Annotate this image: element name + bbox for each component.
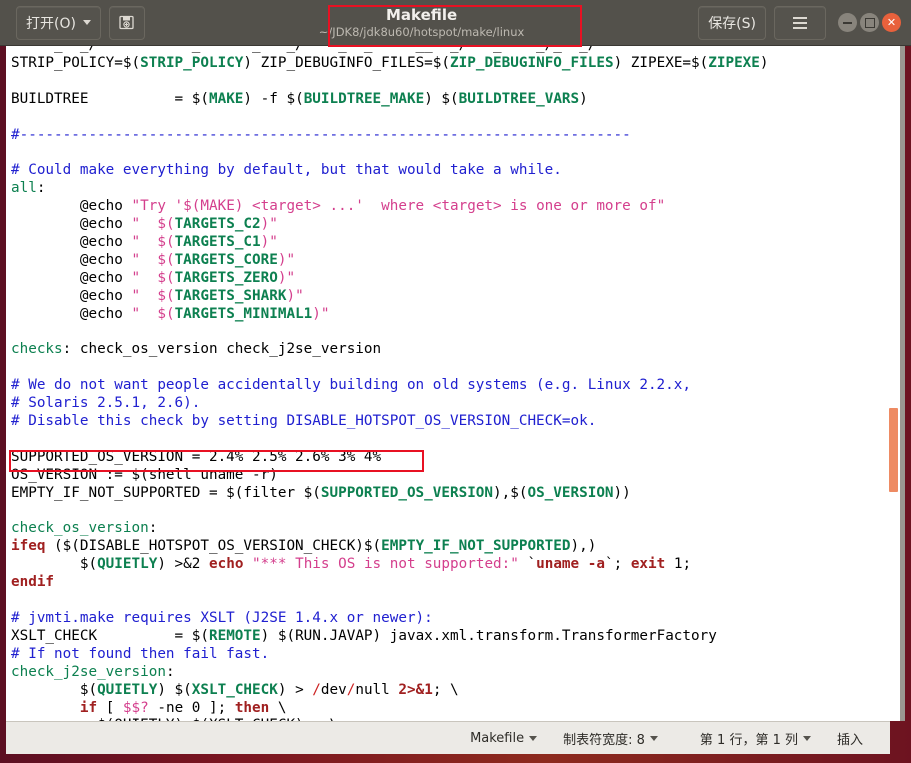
code-line: endif — [11, 574, 55, 591]
code-line: check_j2se_version: — [11, 663, 175, 680]
desktop-background: 打开(O) Makefile ~/JDK8/jdk8u60/hotspot/ma… — [0, 0, 911, 763]
insert-mode-label: 插入 — [836, 732, 863, 748]
code-line: $(QUIETLY) >&2 echo "*** This OS is not … — [11, 556, 692, 573]
code-line: # jvmti.make requires XSLT (J2SE 1.4.x o… — [11, 610, 433, 626]
code-line: @echo "Try '$(MAKE) <target> ...' where … — [11, 198, 666, 215]
maximize-icon — [865, 18, 875, 28]
code-line: ifeq ($(DISABLE_HOTSPOT_OS_VERSION_CHECK… — [11, 538, 597, 555]
hamburger-menu-icon-bar3 — [793, 26, 807, 29]
code-line: _ _/ _ _ _/ _ _ __ _/ _ _/_ _/ — [11, 46, 890, 55]
save-as-icon — [119, 15, 135, 30]
close-icon: ✕ — [886, 16, 897, 29]
code-line: OS_VERSION := $(shell uname -r) — [11, 466, 278, 483]
window-titlebar: 打开(O) Makefile ~/JDK8/jdk8u60/hotspot/ma… — [0, 0, 911, 46]
cursor-position-selector[interactable]: 第 1 行，第 1 列 — [687, 729, 824, 748]
chevron-down-icon — [802, 735, 811, 741]
code-line: if [ $$? -ne 0 ]; then \ — [79, 699, 287, 716]
code-line: # Could make everything by default, but … — [11, 162, 562, 179]
chevron-down-icon — [529, 735, 538, 741]
vertical-scrollbar[interactable] — [888, 46, 900, 721]
hamburger-menu-icon-bar2 — [793, 21, 807, 24]
code-line: @echo " $(TARGETS_ZERO)" — [11, 269, 296, 286]
code-line: # We do not want people accidentally bui… — [11, 377, 691, 394]
code-line: $(QUIETLY) $(XSLT_CHECK) > /dev/null 2>&… — [11, 681, 459, 698]
page-title: Makefile — [385, 6, 458, 24]
status-bar: Makefile 制表符宽度: 8 第 1 行，第 1 列 插入 — [6, 721, 890, 754]
file-path-subtitle: ~/JDK8/jdk8u60/hotspot/make/linux — [318, 25, 525, 39]
code-line: STRIP_POLICY=$(STRIP_POLICY) ZIP_DEBUGIN… — [11, 54, 769, 71]
minimize-button[interactable] — [838, 13, 857, 32]
code-line: checks: check_os_version check_j2se_vers… — [11, 341, 382, 358]
close-button[interactable]: ✕ — [882, 13, 901, 32]
code-line: check_os_version: — [11, 520, 158, 537]
open-file-button[interactable]: 打开(O) — [16, 5, 101, 40]
code-line: # Solaris 2.5.1, 2.6). — [11, 395, 201, 412]
source-code-content[interactable]: _ _/ _ _ _/ _ _ __ _/ _ _/_ _/STRIP_POLI… — [6, 46, 890, 721]
editor-right-edge — [900, 46, 905, 721]
chevron-down-icon — [649, 735, 658, 741]
maximize-button[interactable] — [860, 13, 879, 32]
save-button-label: 保存(S) — [708, 15, 756, 32]
cursor-position-label: 第 1 行，第 1 列 — [699, 732, 798, 748]
menu-button[interactable] — [774, 5, 826, 40]
code-line: BUILDTREE = $(MAKE) -f $(BUILDTREE_MAKE)… — [11, 90, 588, 107]
tab-width-label: 制表符宽度: 8 — [563, 732, 645, 748]
scrollbar-thumb[interactable] — [889, 408, 898, 492]
code-line: XSLT_CHECK = $(REMOTE) $(RUN.JAVAP) java… — [11, 627, 717, 644]
code-line: @echo " $(TARGETS_C2)" — [11, 216, 278, 233]
code-line: @echo " $(TARGETS_CORE)" — [11, 251, 296, 268]
code-line: SUPPORTED_OS_VERSION = 2.4% 2.5% 2.6% 3%… — [11, 448, 382, 465]
code-line: all: — [11, 180, 46, 197]
hamburger-menu-icon — [793, 16, 807, 19]
code-line: # If not found then fail fast. — [11, 645, 270, 662]
titlebar-right-controls: 保存(S) ✕ — [698, 5, 905, 40]
window-title-block: Makefile ~/JDK8/jdk8u60/hotspot/make/lin… — [145, 0, 698, 46]
language-mode-selector[interactable]: Makefile — [457, 731, 550, 746]
code-line: #---------------------------------------… — [11, 126, 631, 143]
insert-mode-indicator[interactable]: 插入 — [824, 729, 876, 748]
minimize-icon — [843, 22, 852, 24]
code-line: @echo " $(TARGETS_C1)" — [11, 233, 278, 250]
text-editor-area[interactable]: _ _/ _ _ _/ _ _ __ _/ _ _/_ _/STRIP_POLI… — [6, 46, 890, 721]
code-line: @echo " $(TARGETS_MINIMAL1)" — [11, 305, 330, 322]
chevron-down-icon — [82, 20, 91, 25]
tab-width-selector[interactable]: 制表符宽度: 8 — [550, 729, 671, 748]
code-line: @echo " $(TARGETS_SHARK)" — [11, 287, 304, 304]
code-line: # Disable this check by setting DISABLE_… — [11, 413, 597, 430]
open-file-label: 打开(O) — [26, 15, 76, 32]
save-button[interactable]: 保存(S) — [698, 5, 766, 40]
code-line: EMPTY_IF_NOT_SUPPORTED = $(filter $(SUPP… — [11, 484, 631, 501]
language-mode-label: Makefile — [470, 730, 525, 746]
save-as-button[interactable] — [108, 5, 145, 40]
window-controls: ✕ — [838, 13, 901, 32]
